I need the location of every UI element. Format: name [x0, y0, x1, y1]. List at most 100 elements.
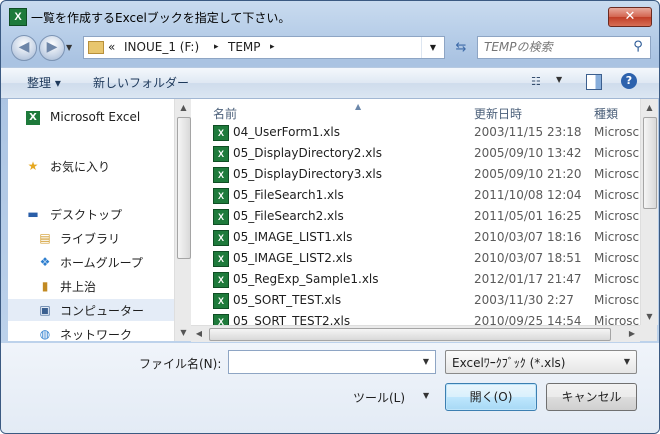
file-name: 05_SORT_TEST.xls [233, 293, 342, 307]
file-type: Microsc [594, 146, 640, 160]
file-name: 05_IMAGE_LIST1.xls [233, 230, 353, 244]
nav-item-microsoft-excel[interactable]: X Microsoft Excel [8, 107, 174, 129]
scroll-down-arrow-icon[interactable]: ▼ [175, 324, 192, 341]
view-options-icon[interactable]: ☷ [531, 75, 547, 89]
file-row[interactable]: X 05_DisplayDirectory2.xls 2005/09/10 13… [191, 143, 640, 164]
nav-label: ホームグループ [60, 256, 143, 270]
file-list-vertical-scrollbar[interactable]: ▲ ▼ [640, 99, 658, 325]
nav-item-favorites[interactable]: ★ お気に入り [8, 155, 174, 177]
tools-dropdown-icon[interactable]: ▼ [423, 391, 429, 400]
sort-ascending-icon: ▲ [355, 102, 362, 111]
file-row[interactable]: X 05_SORT_TEST.xls 2003/11/30 2:27 Micro… [191, 290, 640, 311]
file-date: 2005/09/10 13:42 [474, 146, 582, 160]
address-bar[interactable]: « INOUE_1 (F:) ▸ TEMP ▸ ▼ [83, 36, 445, 59]
nav-label: お気に入り [50, 160, 111, 174]
scroll-thumb[interactable] [643, 117, 657, 209]
file-list-horizontal-scrollbar[interactable]: ◀ ▶ [191, 325, 640, 342]
filename-field[interactable]: ▼ [228, 350, 436, 374]
file-date: 2011/05/01 16:25 [474, 209, 582, 223]
file-row[interactable]: X 05_SORT_TEST2.xls 2010/09/25 14:54 Mic… [191, 311, 640, 325]
file-date: 2012/01/17 21:47 [474, 272, 582, 286]
file-type: Microsc [594, 314, 640, 325]
excel-file-icon: X [213, 293, 229, 309]
excel-icon: X [26, 111, 40, 125]
open-button[interactable]: 開く(O) [445, 383, 537, 411]
nav-item-library[interactable]: ▤ ライブラリ [8, 227, 174, 249]
scroll-up-arrow-icon[interactable]: ▲ [175, 99, 192, 116]
file-row[interactable]: X 05_IMAGE_LIST1.xls 2010/03/07 18:16 Mi… [191, 227, 640, 248]
nav-item-desktop[interactable]: ▬ デスクトップ [8, 203, 174, 225]
scroll-up-arrow-icon[interactable]: ▲ [641, 99, 658, 116]
computer-icon: ▣ [39, 303, 51, 317]
nav-label: 井上治 [60, 280, 97, 294]
filename-label: ファイル名(N): [139, 357, 222, 371]
excel-file-icon: X [213, 188, 229, 204]
search-box[interactable]: ⚲ [477, 36, 651, 59]
scroll-down-arrow-icon[interactable]: ▼ [641, 308, 658, 325]
column-header-name-label: 名前 [213, 107, 238, 121]
breadcrumb-separator-icon[interactable]: ▸ [270, 42, 275, 52]
nav-item-homegroup[interactable]: ❖ ホームグループ [8, 251, 174, 273]
file-date: 2003/11/30 2:27 [474, 293, 574, 307]
tools-menu[interactable]: ツール(L) [353, 389, 405, 406]
desktop-icon: ▬ [27, 207, 39, 221]
file-type: Microsc [594, 293, 640, 307]
cancel-button[interactable]: キャンセル [546, 383, 637, 411]
filename-dropdown[interactable]: ▼ [419, 351, 433, 373]
file-type: Microsc [594, 125, 640, 139]
search-icon[interactable]: ⚲ [630, 39, 646, 55]
file-name: 04_UserForm1.xls [233, 125, 340, 139]
breadcrumb-drive[interactable]: INOUE_1 (F:) [124, 40, 199, 54]
excel-file-icon: X [213, 125, 229, 141]
scroll-thumb[interactable] [209, 328, 611, 341]
address-overflow[interactable]: « [108, 40, 115, 54]
search-input[interactable] [484, 39, 624, 54]
address-dropdown[interactable]: ▼ [421, 37, 444, 58]
file-name: 05_DisplayDirectory2.xls [233, 146, 382, 160]
file-list: 名前 ▲ 更新日時 種類 X 04_UserForm1.xls 2003/11/… [191, 99, 640, 325]
nav-item-user[interactable]: ▮ 井上治 [8, 275, 174, 297]
nav-label: コンピューター [60, 304, 145, 318]
file-name: 05_DisplayDirectory3.xls [233, 167, 382, 181]
file-date: 2010/03/07 18:51 [474, 251, 582, 265]
preview-pane-icon[interactable] [586, 74, 602, 90]
refresh-button[interactable]: ⇆ [449, 37, 473, 58]
excel-file-icon: X [213, 146, 229, 162]
scroll-right-arrow-icon[interactable]: ▶ [624, 326, 640, 342]
excel-app-icon: X [9, 8, 27, 26]
breadcrumb-separator-icon[interactable]: ▸ [214, 42, 219, 52]
close-button[interactable]: ✕ [608, 7, 652, 27]
view-options-dropdown[interactable]: ▼ [556, 75, 562, 84]
nav-item-network[interactable]: ◍ ネットワーク [8, 323, 174, 345]
file-row[interactable]: X 05_DisplayDirectory3.xls 2005/09/10 21… [191, 164, 640, 185]
file-name: 05_RegExp_Sample1.xls [233, 272, 379, 286]
help-icon[interactable]: ? [621, 73, 637, 89]
organize-menu[interactable]: 整理 ▾ [27, 74, 61, 91]
scroll-left-arrow-icon[interactable]: ◀ [191, 326, 207, 342]
navigation-scrollbar[interactable]: ▲ ▼ [174, 99, 192, 341]
file-row[interactable]: X 05_RegExp_Sample1.xls 2012/01/17 21:47… [191, 269, 640, 290]
scroll-thumb[interactable] [177, 117, 191, 259]
file-date: 2003/11/15 23:18 [474, 125, 582, 139]
file-row[interactable]: X 04_UserForm1.xls 2003/11/15 23:18 Micr… [191, 122, 640, 143]
excel-file-icon: X [213, 167, 229, 183]
nav-item-computer[interactable]: ▣ コンピューター [8, 299, 174, 321]
navigation-pane: X Microsoft Excel ★ お気に入り ▬ デスクトップ ▤ ライブ… [8, 99, 192, 342]
file-type-filter[interactable]: Excelﾜｰｸﾌﾞｯｸ (*.xls) ▼ [445, 350, 637, 374]
network-icon: ◍ [39, 327, 51, 341]
nav-label: デスクトップ [50, 208, 123, 222]
file-row[interactable]: X 05_IMAGE_LIST2.xls 2010/03/07 18:51 Mi… [191, 248, 640, 269]
excel-file-icon: X [213, 251, 229, 267]
breadcrumb-folder[interactable]: TEMP [228, 40, 261, 54]
forward-button[interactable]: ▶ [39, 35, 65, 61]
file-name: 05_IMAGE_LIST2.xls [233, 251, 353, 265]
chevron-down-icon[interactable]: ▼ [621, 351, 633, 373]
file-row[interactable]: X 05_FileSearch2.xls 2011/05/01 16:25 Mi… [191, 206, 640, 227]
star-icon: ★ [27, 159, 39, 173]
file-row[interactable]: X 05_FileSearch1.xls 2011/10/08 12:04 Mi… [191, 185, 640, 206]
new-folder-button[interactable]: 新しいフォルダー [93, 74, 189, 91]
back-button[interactable]: ◀ [11, 35, 37, 61]
nav-label: Microsoft Excel [50, 110, 141, 124]
nav-label: ライブラリ [60, 232, 121, 246]
recent-locations-dropdown[interactable]: ▼ [66, 41, 78, 55]
